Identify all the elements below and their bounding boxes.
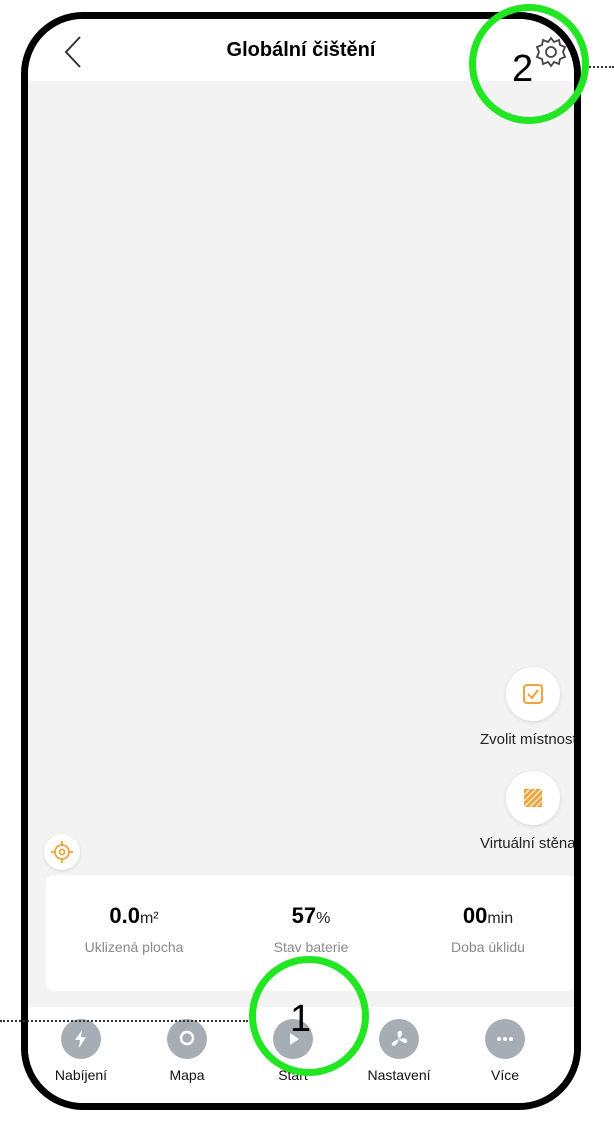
battery-label: Stav baterie (273, 939, 349, 955)
nav-map-label: Mapa (169, 1067, 205, 1083)
battery-value: 57 (291, 903, 317, 928)
fan-icon (379, 1019, 419, 1059)
crosshair-icon (51, 841, 73, 863)
stat-cleaned-area: 0.0m² Uklizená plocha (46, 903, 222, 955)
nav-charge[interactable]: Nabíjení (31, 1019, 131, 1083)
annotation-leader-2 (586, 66, 614, 68)
nav-map[interactable]: Mapa (137, 1019, 237, 1083)
annotation-number-2: 2 (512, 48, 534, 90)
map-area[interactable] (28, 81, 574, 1001)
select-room-button[interactable] (506, 667, 560, 721)
battery-unit: % (316, 910, 331, 927)
annotation-leader-1 (0, 1020, 248, 1022)
cleaned-area-value: 0.0 (109, 903, 140, 928)
virtual-wall-label: Virtuální stěna (480, 835, 576, 852)
virtual-wall-button[interactable] (506, 771, 560, 825)
stat-clean-time: 00min Doba úklidu (400, 903, 574, 955)
nav-charge-label: Nabíjení (54, 1067, 108, 1083)
charge-icon (61, 1019, 101, 1059)
map-pin-icon (167, 1019, 207, 1059)
nav-settings-label: Nastavení (367, 1067, 431, 1083)
more-icon (485, 1019, 525, 1059)
virtual-wall-icon (523, 788, 543, 808)
clean-time-unit: min (487, 910, 514, 927)
select-room-label: Zvolit místnost (480, 731, 577, 748)
locate-button[interactable] (44, 834, 80, 870)
stat-battery: 57% Stav baterie (223, 903, 399, 955)
clean-time-value: 00 (462, 903, 488, 928)
clean-time-label: Doba úklidu (451, 939, 525, 955)
annotation-number-1: 1 (290, 998, 312, 1040)
phone-frame: Globální čištění Zvolit místnost Virtuál… (21, 12, 581, 1110)
nav-more-label: Více (490, 1067, 519, 1083)
cleaned-area-unit: m² (139, 910, 159, 927)
cleaned-area-label: Uklizená plocha (84, 939, 184, 955)
nav-more[interactable]: Více (455, 1019, 555, 1083)
room-select-icon (523, 684, 543, 704)
